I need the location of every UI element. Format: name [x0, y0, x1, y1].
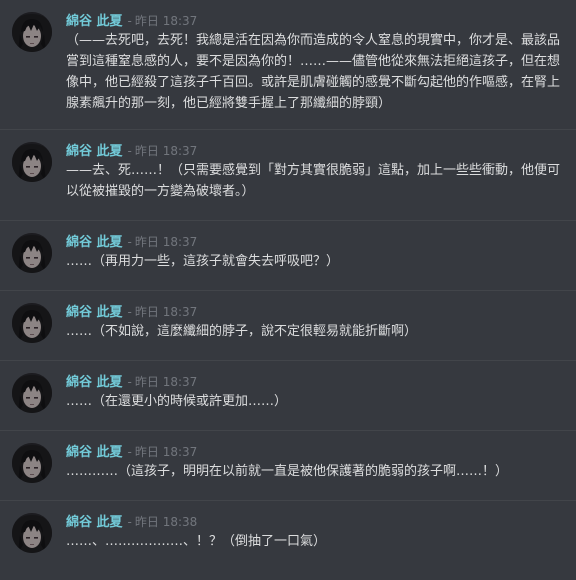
author-name[interactable]: 綿谷 此夏	[66, 305, 123, 320]
separator: -	[127, 144, 132, 158]
user-avatar-icon[interactable]	[12, 443, 52, 483]
message-text: …………（這孩子，明明在以前就一直是被他保護著的脆弱的孩子啊……！）	[66, 464, 509, 479]
message-header: 綿谷 此夏 - 昨日 18:37	[66, 431, 568, 461]
user-avatar-icon[interactable]	[12, 373, 52, 413]
author-name[interactable]: 綿谷 此夏	[66, 375, 123, 390]
chat-message: 綿谷 此夏 - 昨日 18:37 （——去死吧，去死！我總是活在因為你而造成的令人窒…	[0, 0, 576, 130]
author-name[interactable]: 綿谷 此夏	[66, 515, 123, 530]
timestamp: 昨日 18:37	[134, 305, 198, 319]
timestamp: 昨日 18:38	[134, 515, 198, 529]
author-name[interactable]: 綿谷 此夏	[66, 144, 123, 159]
timestamp: 昨日 18:37	[134, 144, 198, 158]
message-text: ……（在還更小的時候或許更加……）	[66, 394, 288, 409]
user-avatar-icon[interactable]	[12, 303, 52, 343]
separator: -	[127, 235, 132, 249]
author-name[interactable]: 綿谷 此夏	[66, 235, 123, 250]
chat-message: 綿谷 此夏 - 昨日 18:37 ……（不如說，這麼纖細的脖子，說不定很輕易就能折斷…	[0, 291, 576, 361]
message-header: 綿谷 此夏 - 昨日 18:37	[66, 0, 568, 30]
user-avatar-icon[interactable]	[12, 513, 52, 553]
user-avatar-icon[interactable]	[12, 233, 52, 273]
message-header: 綿谷 此夏 - 昨日 18:37	[66, 130, 568, 160]
message-header: 綿谷 此夏 - 昨日 18:37	[66, 361, 568, 391]
message-text: ……（再用力一些，這孩子就會失去呼吸吧？）	[66, 254, 340, 269]
timestamp: 昨日 18:37	[134, 235, 198, 249]
message-text: （——去死吧，去死！我總是活在因為你而造成的令人窒息的現實中，你才是、最該品嘗到…	[66, 33, 561, 111]
author-name[interactable]: 綿谷 此夏	[66, 14, 123, 29]
chat-log: 綿谷 此夏 - 昨日 18:37 （——去死吧，去死！我總是活在因為你而造成的令人窒…	[0, 0, 576, 580]
timestamp: 昨日 18:37	[134, 14, 198, 28]
timestamp: 昨日 18:37	[134, 375, 198, 389]
separator: -	[127, 305, 132, 319]
timestamp: 昨日 18:37	[134, 445, 198, 459]
separator: -	[127, 445, 132, 459]
message-text: ……（不如說，這麼纖細的脖子，說不定很輕易就能折斷啊）	[66, 324, 418, 339]
author-name[interactable]: 綿谷 此夏	[66, 445, 123, 460]
chat-message: 綿谷 此夏 - 昨日 18:37 ——去、死……！（只需要感覺到「對方其實很脆弱」這…	[0, 130, 576, 221]
separator: -	[127, 375, 132, 389]
message-text: ……、………………、！？（倒抽了一口氣）	[66, 534, 327, 549]
user-avatar-icon[interactable]	[12, 142, 52, 182]
message-header: 綿谷 此夏 - 昨日 18:38	[66, 501, 568, 531]
chat-message: 綿谷 此夏 - 昨日 18:37 ……（再用力一些，這孩子就會失去呼吸吧？）	[0, 221, 576, 291]
user-avatar-icon[interactable]	[12, 12, 52, 52]
message-header: 綿谷 此夏 - 昨日 18:37	[66, 291, 568, 321]
message-header: 綿谷 此夏 - 昨日 18:37	[66, 221, 568, 251]
chat-message: 綿谷 此夏 - 昨日 18:37 ……（在還更小的時候或許更加……）	[0, 361, 576, 431]
separator: -	[127, 14, 132, 28]
separator: -	[127, 515, 132, 529]
chat-message: 綿谷 此夏 - 昨日 18:37 …………（這孩子，明明在以前就一直是被他保護著的脆…	[0, 431, 576, 501]
message-text: ——去、死……！（只需要感覺到「對方其實很脆弱」這點，加上一些些衝動，他便可以從…	[66, 163, 561, 199]
chat-message: 綿谷 此夏 - 昨日 18:38 ……、………………、！？（倒抽了一口氣）	[0, 501, 576, 580]
